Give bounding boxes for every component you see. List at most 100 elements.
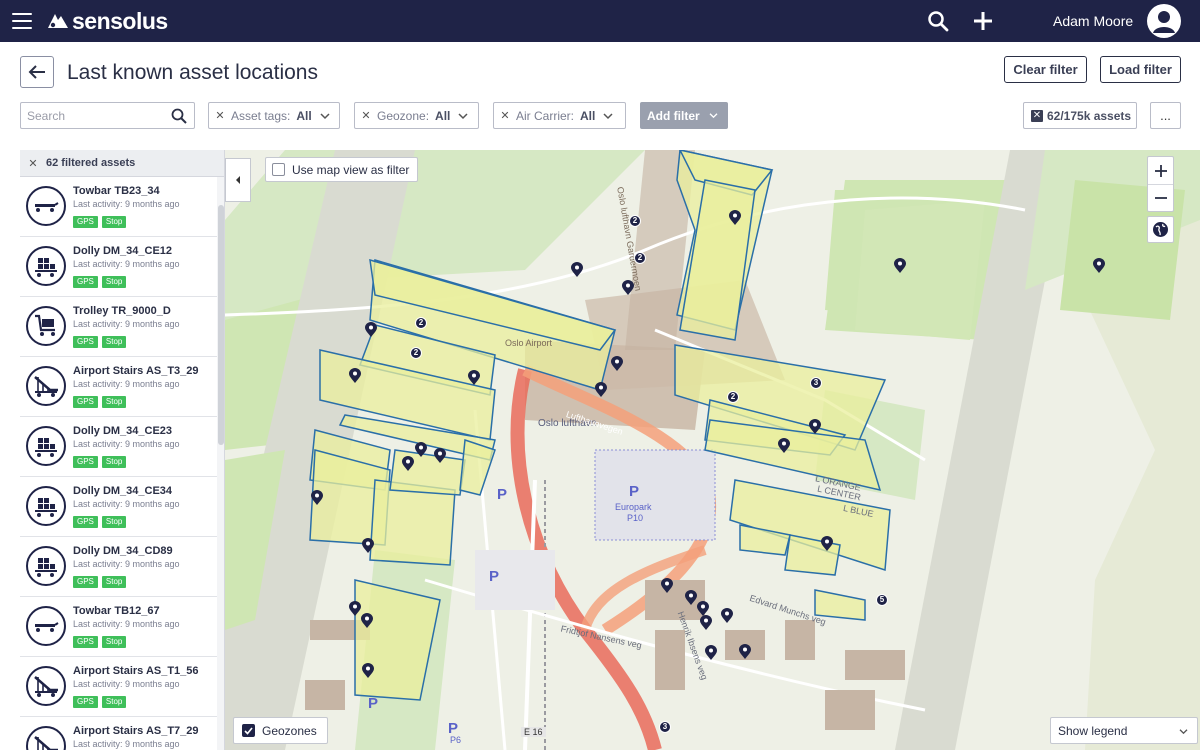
remove-filter-icon[interactable]: ✕ bbox=[209, 109, 231, 122]
asset-list-item[interactable]: Airport Stairs AS_T3_29 Last activity: 9 … bbox=[20, 357, 217, 417]
filter-label: Geozone: bbox=[377, 108, 430, 123]
search-icon[interactable] bbox=[926, 9, 950, 33]
asset-location-pin-icon[interactable] bbox=[739, 644, 751, 660]
asset-location-pin-icon[interactable] bbox=[1093, 258, 1105, 274]
asset-cluster-marker[interactable]: 2 bbox=[629, 215, 641, 227]
search-field[interactable] bbox=[20, 102, 195, 129]
asset-tags-filter[interactable]: ✕ Asset tags: All bbox=[208, 102, 340, 129]
dolly-icon bbox=[26, 246, 66, 286]
zoom-out-button[interactable] bbox=[1148, 184, 1173, 211]
asset-cluster-marker[interactable]: 2 bbox=[634, 252, 646, 264]
asset-list-item[interactable]: Airport Stairs AS_T1_56 Last activity: 9 … bbox=[20, 657, 217, 717]
collapse-panel-button[interactable] bbox=[225, 158, 251, 202]
asset-location-pin-icon[interactable] bbox=[365, 322, 377, 338]
user-name[interactable]: Adam Moore bbox=[1053, 13, 1133, 29]
status-badge: GPS bbox=[73, 516, 98, 528]
page-title: Last known asset locations bbox=[67, 61, 318, 84]
asset-list-item[interactable]: Airport Stairs AS_T7_29 Last activity: 9 … bbox=[20, 717, 217, 750]
asset-location-pin-icon[interactable] bbox=[778, 438, 790, 454]
back-button[interactable] bbox=[20, 56, 54, 88]
zoom-in-button[interactable] bbox=[1148, 157, 1173, 184]
checkbox-checked-icon[interactable] bbox=[242, 724, 255, 737]
brand-logo[interactable]: sensolus bbox=[44, 8, 168, 34]
asset-list-item[interactable]: Towbar TB23_34 Last activity: 9 months ag… bbox=[20, 177, 217, 237]
asset-cluster-marker[interactable]: 3 bbox=[659, 721, 671, 733]
asset-location-pin-icon[interactable] bbox=[622, 280, 634, 296]
geozones-checkbox[interactable]: Geozones bbox=[233, 717, 328, 744]
asset-location-pin-icon[interactable] bbox=[685, 590, 697, 606]
asset-location-pin-icon[interactable] bbox=[311, 490, 323, 506]
clear-selection-icon[interactable]: ✕ bbox=[1031, 109, 1043, 122]
asset-list-item[interactable]: Dolly DM_34_CE23 Last activity: 9 months … bbox=[20, 417, 217, 477]
asset-list-item[interactable]: Towbar TB12_67 Last activity: 9 months ag… bbox=[20, 597, 217, 657]
remove-filter-icon[interactable]: ✕ bbox=[355, 109, 377, 122]
scrollbar-thumb[interactable] bbox=[218, 205, 224, 445]
top-nav: sensolus Adam Moore bbox=[0, 0, 1200, 42]
asset-location-pin-icon[interactable] bbox=[700, 615, 712, 631]
asset-list-item[interactable]: Dolly DM_34_CE12 Last activity: 9 months … bbox=[20, 237, 217, 297]
dolly-icon bbox=[26, 426, 66, 466]
asset-cluster-marker[interactable]: 2 bbox=[410, 347, 422, 359]
asset-name: Airport Stairs AS_T7_29 bbox=[73, 725, 199, 737]
more-options-button[interactable]: ... bbox=[1150, 102, 1181, 129]
load-filter-button[interactable]: Load filter bbox=[1100, 56, 1181, 83]
dolly-icon bbox=[26, 486, 66, 526]
asset-list-item[interactable]: Dolly DM_34_CE34 Last activity: 9 months … bbox=[20, 477, 217, 537]
map-view[interactable]: Oslo Airport Oslo lufthavn Europark P10 … bbox=[225, 150, 1200, 750]
asset-location-pin-icon[interactable] bbox=[362, 538, 374, 554]
asset-location-pin-icon[interactable] bbox=[402, 456, 414, 472]
asset-location-pin-icon[interactable] bbox=[349, 601, 361, 617]
map-layers-button[interactable] bbox=[1147, 216, 1174, 243]
use-map-view-filter-checkbox[interactable]: Use map view as filter bbox=[265, 157, 419, 182]
asset-location-pin-icon[interactable] bbox=[721, 608, 733, 624]
asset-location-pin-icon[interactable] bbox=[729, 210, 741, 226]
asset-location-pin-icon[interactable] bbox=[705, 645, 717, 661]
air-carrier-filter[interactable]: ✕ Air Carrier: All bbox=[493, 102, 626, 129]
asset-tags: GPS Stop bbox=[73, 396, 127, 408]
asset-location-pin-icon[interactable] bbox=[361, 613, 373, 629]
asset-cluster-marker[interactable]: 2 bbox=[415, 317, 427, 329]
geozone-filter[interactable]: ✕ Geozone: All bbox=[354, 102, 479, 129]
asset-name: Towbar TB23_34 bbox=[73, 185, 160, 197]
asset-location-pin-icon[interactable] bbox=[611, 356, 623, 372]
asset-list-scrollbar[interactable] bbox=[217, 177, 224, 750]
user-avatar-icon[interactable] bbox=[1147, 4, 1181, 38]
asset-location-pin-icon[interactable] bbox=[821, 536, 833, 552]
asset-cluster-marker[interactable]: 5 bbox=[876, 594, 888, 606]
asset-location-pin-icon[interactable] bbox=[809, 419, 821, 435]
map-label-airport: Oslo Airport bbox=[505, 338, 553, 348]
show-legend-select[interactable]: Show legend bbox=[1050, 717, 1198, 744]
asset-location-pin-icon[interactable] bbox=[894, 258, 906, 274]
parking-icon: P bbox=[448, 720, 459, 737]
map-label-p10: P10 bbox=[627, 513, 644, 523]
asset-name: Dolly DM_34_CE23 bbox=[73, 425, 173, 437]
asset-location-pin-icon[interactable] bbox=[571, 262, 583, 278]
asset-list-item[interactable]: Trolley TR_9000_D Last activity: 9 months… bbox=[20, 297, 217, 357]
clear-filter-button[interactable]: Clear filter bbox=[1004, 56, 1087, 83]
asset-location-pin-icon[interactable] bbox=[349, 368, 361, 384]
remove-filter-icon[interactable]: ✕ bbox=[494, 109, 516, 122]
add-icon[interactable] bbox=[971, 9, 995, 33]
checkbox-icon[interactable] bbox=[272, 163, 285, 176]
asset-list-item[interactable]: Dolly DM_34_CD89 Last activity: 9 months … bbox=[20, 537, 217, 597]
asset-location-pin-icon[interactable] bbox=[595, 382, 607, 398]
asset-last-activity: Last activity: 9 months ago bbox=[73, 259, 180, 269]
show-legend-label: Show legend bbox=[1058, 723, 1128, 738]
asset-location-pin-icon[interactable] bbox=[661, 578, 673, 594]
status-badge: GPS bbox=[73, 216, 98, 228]
asset-count-badge[interactable]: ✕ 62/175k assets bbox=[1023, 102, 1137, 129]
asset-location-pin-icon[interactable] bbox=[362, 663, 374, 679]
asset-location-pin-icon[interactable] bbox=[415, 442, 427, 458]
search-input[interactable] bbox=[21, 103, 161, 128]
asset-cluster-marker[interactable]: 3 bbox=[810, 377, 822, 389]
search-icon[interactable] bbox=[170, 107, 188, 125]
add-filter-button[interactable]: Add filter bbox=[640, 102, 728, 129]
asset-list: Towbar TB23_34 Last activity: 9 months ag… bbox=[20, 177, 217, 750]
sensolus-logo-icon bbox=[48, 14, 68, 28]
close-list-icon[interactable]: ✕ bbox=[20, 157, 46, 170]
asset-location-pin-icon[interactable] bbox=[468, 370, 480, 386]
asset-location-pin-icon[interactable] bbox=[434, 448, 446, 464]
asset-cluster-marker[interactable]: 2 bbox=[727, 391, 739, 403]
menu-icon[interactable] bbox=[12, 13, 32, 29]
asset-tags: GPS Stop bbox=[73, 216, 127, 228]
